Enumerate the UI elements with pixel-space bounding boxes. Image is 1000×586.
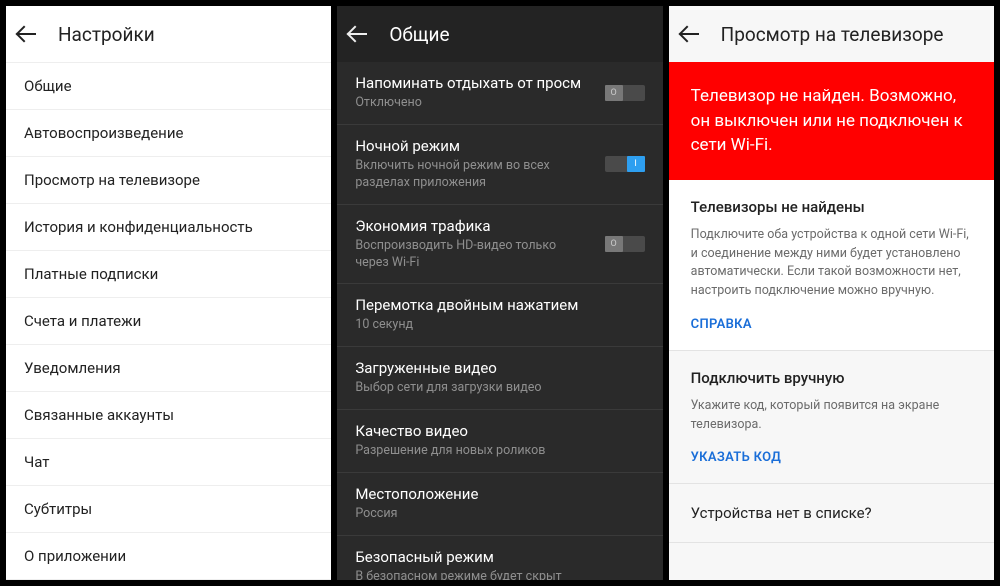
page-title: Настройки <box>58 23 155 46</box>
item-title: Загруженные видео <box>355 359 644 377</box>
settings-item-notifications[interactable]: Уведомления <box>6 345 331 392</box>
back-icon[interactable] <box>349 26 369 42</box>
item-subtitle: Разрешение для новых роликов <box>355 443 644 460</box>
downloads-item[interactable]: Загруженные видео Выбор сети для загрузк… <box>337 347 662 410</box>
enter-code-link[interactable]: УКАЗАТЬ КОД <box>691 450 972 465</box>
settings-item-billing[interactable]: Счета и платежи <box>6 298 331 345</box>
item-title: Качество видео <box>355 422 644 440</box>
settings-item-autoplay[interactable]: Автовоспроизведение <box>6 110 331 157</box>
item-title: Напоминать отдыхать от просм <box>355 74 644 92</box>
remind-break-item[interactable]: Напоминать отдыхать от просм Отключено O <box>337 62 662 125</box>
tv-not-found-alert: Телевизор не найден. Возможно, он выключ… <box>669 62 994 180</box>
page-title: Просмотр на телевизоре <box>721 23 944 46</box>
general-header: Общие <box>337 6 662 62</box>
settings-item-chat[interactable]: Чат <box>6 439 331 486</box>
video-quality-item[interactable]: Качество видео Разрешение для новых роли… <box>337 410 662 473</box>
tv-screen: Просмотр на телевизоре Телевизор не найд… <box>669 6 994 580</box>
settings-item-about[interactable]: О приложении <box>6 533 331 580</box>
data-saving-item[interactable]: Экономия трафика Воспроизводить HD-видео… <box>337 205 662 285</box>
device-not-listed-item[interactable]: Устройства нет в списке? <box>669 484 994 543</box>
dark-mode-item[interactable]: Ночной режим Включить ночной режим во вс… <box>337 125 662 205</box>
tv-header: Просмотр на телевизоре <box>669 6 994 62</box>
block-body: Укажите код, который появится на экране … <box>691 397 972 435</box>
item-subtitle: Россия <box>355 506 644 523</box>
help-link[interactable]: СПРАВКА <box>691 317 972 332</box>
double-tap-seek-item[interactable]: Перемотка двойным нажатием 10 секунд <box>337 284 662 347</box>
tv-content: Телевизор не найден. Возможно, он выключ… <box>669 62 994 580</box>
item-title: Экономия трафика <box>355 217 644 235</box>
page-title: Общие <box>389 23 449 46</box>
item-title: Ночной режим <box>355 137 644 155</box>
settings-header: Настройки <box>6 6 331 62</box>
item-title: Местоположение <box>355 485 644 503</box>
general-screen: Общие Напоминать отдыхать от просм Отклю… <box>337 6 662 580</box>
remind-break-toggle[interactable]: O <box>605 85 645 101</box>
back-icon[interactable] <box>681 26 701 42</box>
settings-item-privacy[interactable]: История и конфиденциальность <box>6 204 331 251</box>
settings-list: Общие Автовоспроизведение Просмотр на те… <box>6 62 331 580</box>
block-body: Подключите оба устройства к одной сети W… <box>691 226 972 301</box>
dark-mode-toggle[interactable]: I <box>605 156 645 172</box>
settings-item-general[interactable]: Общие <box>6 62 331 110</box>
data-saving-toggle[interactable]: O <box>605 236 645 252</box>
item-subtitle: 10 секунд <box>355 317 644 334</box>
item-title: Безопасный режим <box>355 548 644 566</box>
block-title: Подключить вручную <box>691 369 972 387</box>
item-subtitle: Включить ночной режим во всех разделах п… <box>355 158 644 192</box>
settings-item-captions[interactable]: Субтитры <box>6 486 331 533</box>
tv-notfound-block: Телевизоры не найдены Подключите оба уст… <box>669 180 994 351</box>
settings-item-linked-accounts[interactable]: Связанные аккаунты <box>6 392 331 439</box>
item-subtitle: Воспроизводить HD-видео только через Wi-… <box>355 238 644 272</box>
item-subtitle: Выбор сети для загрузки видео <box>355 380 644 397</box>
safe-mode-item[interactable]: Безопасный режим В безопасном режиме буд… <box>337 536 662 580</box>
back-icon[interactable] <box>18 26 38 42</box>
item-title: Перемотка двойным нажатием <box>355 296 644 314</box>
settings-screen: Настройки Общие Автовоспроизведение Прос… <box>6 6 331 580</box>
location-item[interactable]: Местоположение Россия <box>337 473 662 536</box>
block-title: Телевизоры не найдены <box>691 198 972 216</box>
settings-item-subscriptions[interactable]: Платные подписки <box>6 251 331 298</box>
item-subtitle: Отключено <box>355 95 644 112</box>
item-subtitle: В безопасном режиме будет скрыт контент,… <box>355 569 644 580</box>
tv-manual-block: Подключить вручную Укажите код, который … <box>669 351 994 485</box>
settings-item-tv[interactable]: Просмотр на телевизоре <box>6 157 331 204</box>
general-list: Напоминать отдыхать от просм Отключено O… <box>337 62 662 580</box>
